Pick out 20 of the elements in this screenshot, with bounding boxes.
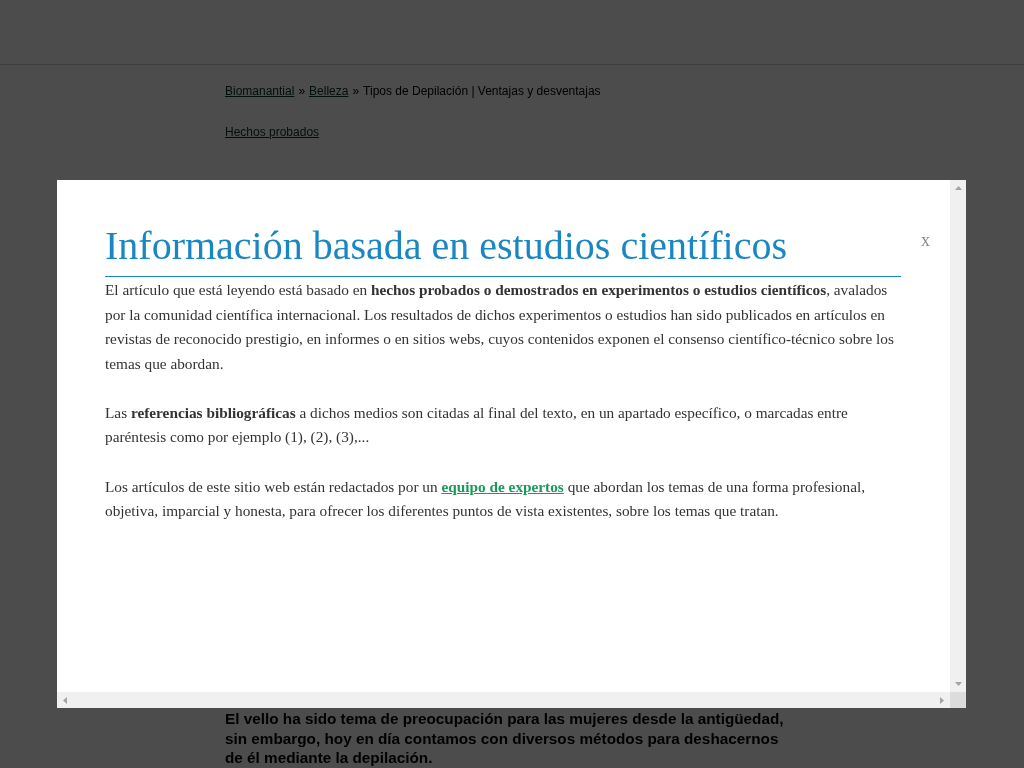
breadcrumb-link[interactable]: Biomanantial	[225, 83, 295, 99]
experts-link[interactable]: equipo de expertos	[441, 477, 564, 495]
scroll-left-arrow-icon[interactable]	[63, 696, 67, 704]
vertical-scrollbar[interactable]	[950, 180, 966, 692]
modal-paragraph: El artículo que está leyendo está basado en hechos probados o demostrados en experimentos o estudios científicos, avalados por la comunidad científica internacional. Los resultados de dichos experimentos o estudios han sido publicados en artículos en revistas de reconocido prestigio, en informes o en sitios webs, cuyos contenidos exponen el consenso científico-técnico sobre los temas que abordan.	[105, 280, 895, 374]
facts-link[interactable]: Hechos probados	[225, 124, 320, 140]
scroll-down-arrow-icon[interactable]	[954, 682, 962, 686]
intro-paragraph: El vello ha sido tema de preocupación para las mujeres desde la antigüedad, sin embargo, hoy en día contamos con diversos métodos para deshacernos de él mediante la depilación.	[225, 709, 785, 768]
breadcrumb-current-page: Tipos de Depilación | Ventajas y desventajas	[363, 83, 601, 99]
close-button[interactable]: x	[919, 229, 932, 251]
breadcrumb-separator: »	[352, 83, 360, 99]
scrollbar-corner	[950, 692, 966, 708]
scroll-right-arrow-icon[interactable]	[940, 696, 944, 704]
modal-title: Información basada en estudios científicos	[105, 224, 901, 278]
modal-paragraph: Las referencias bibliográficas a dichos medios son citadas al final del texto, en un apartado específico, o marcadas entre paréntesis como por ejemplo (1), (2), (3),...	[105, 402, 849, 448]
breadcrumb-link[interactable]: Belleza	[309, 83, 349, 99]
breadcrumb-separator: »	[298, 83, 306, 99]
horizontal-scrollbar[interactable]	[57, 692, 950, 708]
modal-paragraph: Los artículos de este sitio web están redactados por un equipo de expertos que abordan los temas de una forma profesional, objetiva, imparcial y honesta, para ofrecer los diferentes puntos de vista existentes, sobre los temas que tratan.	[105, 476, 866, 522]
scroll-up-arrow-icon[interactable]	[954, 186, 962, 190]
